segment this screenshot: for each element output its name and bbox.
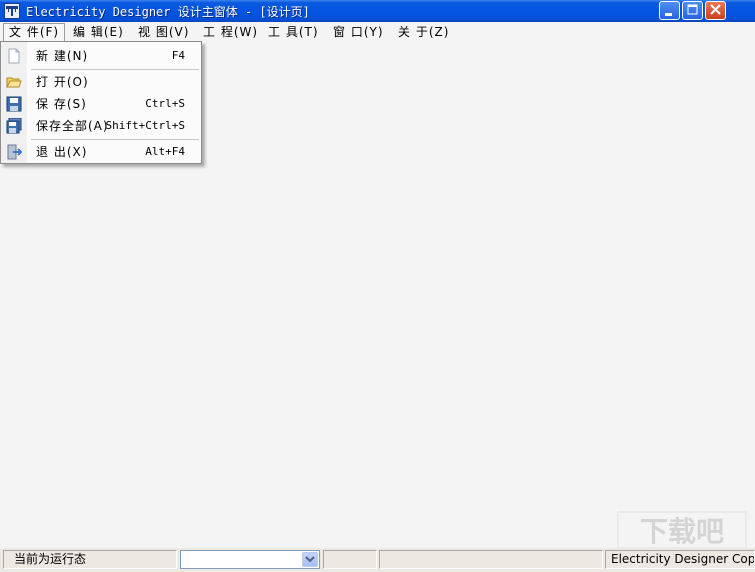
status-bar: 当前为运行态 Electricity Designer CopyRight — [0, 548, 755, 572]
title-bar[interactable]: Electricity Designer 设计主窗体 - [设计页] — [0, 0, 755, 23]
menu-item-label: 保 存(S) — [36, 97, 87, 111]
status-panel-4 — [379, 550, 603, 569]
watermark-logo: 下载吧 — [616, 510, 748, 550]
menu-item-save-all[interactable]: 保存全部(A) Shift+Ctrl+S — [1, 115, 201, 137]
menu-separator — [31, 139, 199, 140]
status-panel-3 — [323, 550, 377, 569]
menu-about[interactable]: 关 于(Z) — [393, 23, 454, 41]
close-icon — [710, 4, 721, 15]
minimize-button[interactable] — [659, 1, 680, 20]
status-combo[interactable] — [180, 550, 320, 569]
maximize-button[interactable] — [682, 1, 703, 20]
menu-item-open[interactable]: 打 开(O) — [1, 71, 201, 93]
menu-view[interactable]: 视 图(V) — [133, 23, 194, 41]
menu-separator — [31, 69, 199, 70]
status-state: 当前为运行态 — [3, 550, 177, 569]
menu-project[interactable]: 工 程(W) — [198, 23, 263, 41]
watermark-text: 下载吧 — [640, 515, 724, 548]
close-button[interactable] — [705, 1, 726, 20]
shortcut-label: Ctrl+S — [145, 97, 185, 110]
shortcut-label: F4 — [171, 49, 185, 62]
menu-item-label: 退 出(X) — [36, 145, 88, 159]
menu-tools[interactable]: 工 具(T) — [263, 23, 324, 41]
exit-icon — [7, 144, 22, 160]
menu-item-label: 保存全部(A) — [36, 119, 109, 133]
file-menu-dropdown: 新 建(N) F4 打 开(O) 保 存(S) Ctrl+S 保存全部(A) S… — [0, 41, 202, 164]
chevron-down-icon — [305, 556, 315, 563]
maximize-icon — [687, 4, 698, 15]
menu-file[interactable]: 文 件(F) — [3, 23, 66, 42]
menu-item-label: 新 建(N) — [36, 49, 89, 63]
menu-bar: 文 件(F) 编 辑(E) 视 图(V) 工 程(W) 工 具(T) 窗 口(Y… — [0, 22, 755, 42]
menu-item-new[interactable]: 新 建(N) F4 — [1, 45, 201, 67]
menu-item-exit[interactable]: 退 出(X) Alt+F4 — [1, 141, 201, 163]
menu-window[interactable]: 窗 口(Y) — [328, 23, 389, 41]
app-icon[interactable] — [4, 3, 20, 19]
save-icon — [6, 96, 22, 112]
open-folder-icon — [6, 77, 22, 88]
save-all-icon — [6, 118, 22, 134]
menu-item-save[interactable]: 保 存(S) Ctrl+S — [1, 93, 201, 115]
window-title: Electricity Designer 设计主窗体 - [设计页] — [26, 5, 310, 19]
status-copyright: Electricity Designer CopyRight — [605, 550, 755, 569]
shortcut-label: Shift+Ctrl+S — [105, 119, 185, 132]
menu-item-label: 打 开(O) — [36, 75, 89, 89]
shortcut-label: Alt+F4 — [145, 145, 185, 158]
new-file-icon — [8, 48, 20, 64]
menu-edit[interactable]: 编 辑(E) — [68, 23, 129, 41]
combo-dropdown-button[interactable] — [302, 552, 318, 567]
minimize-icon — [665, 13, 672, 16]
